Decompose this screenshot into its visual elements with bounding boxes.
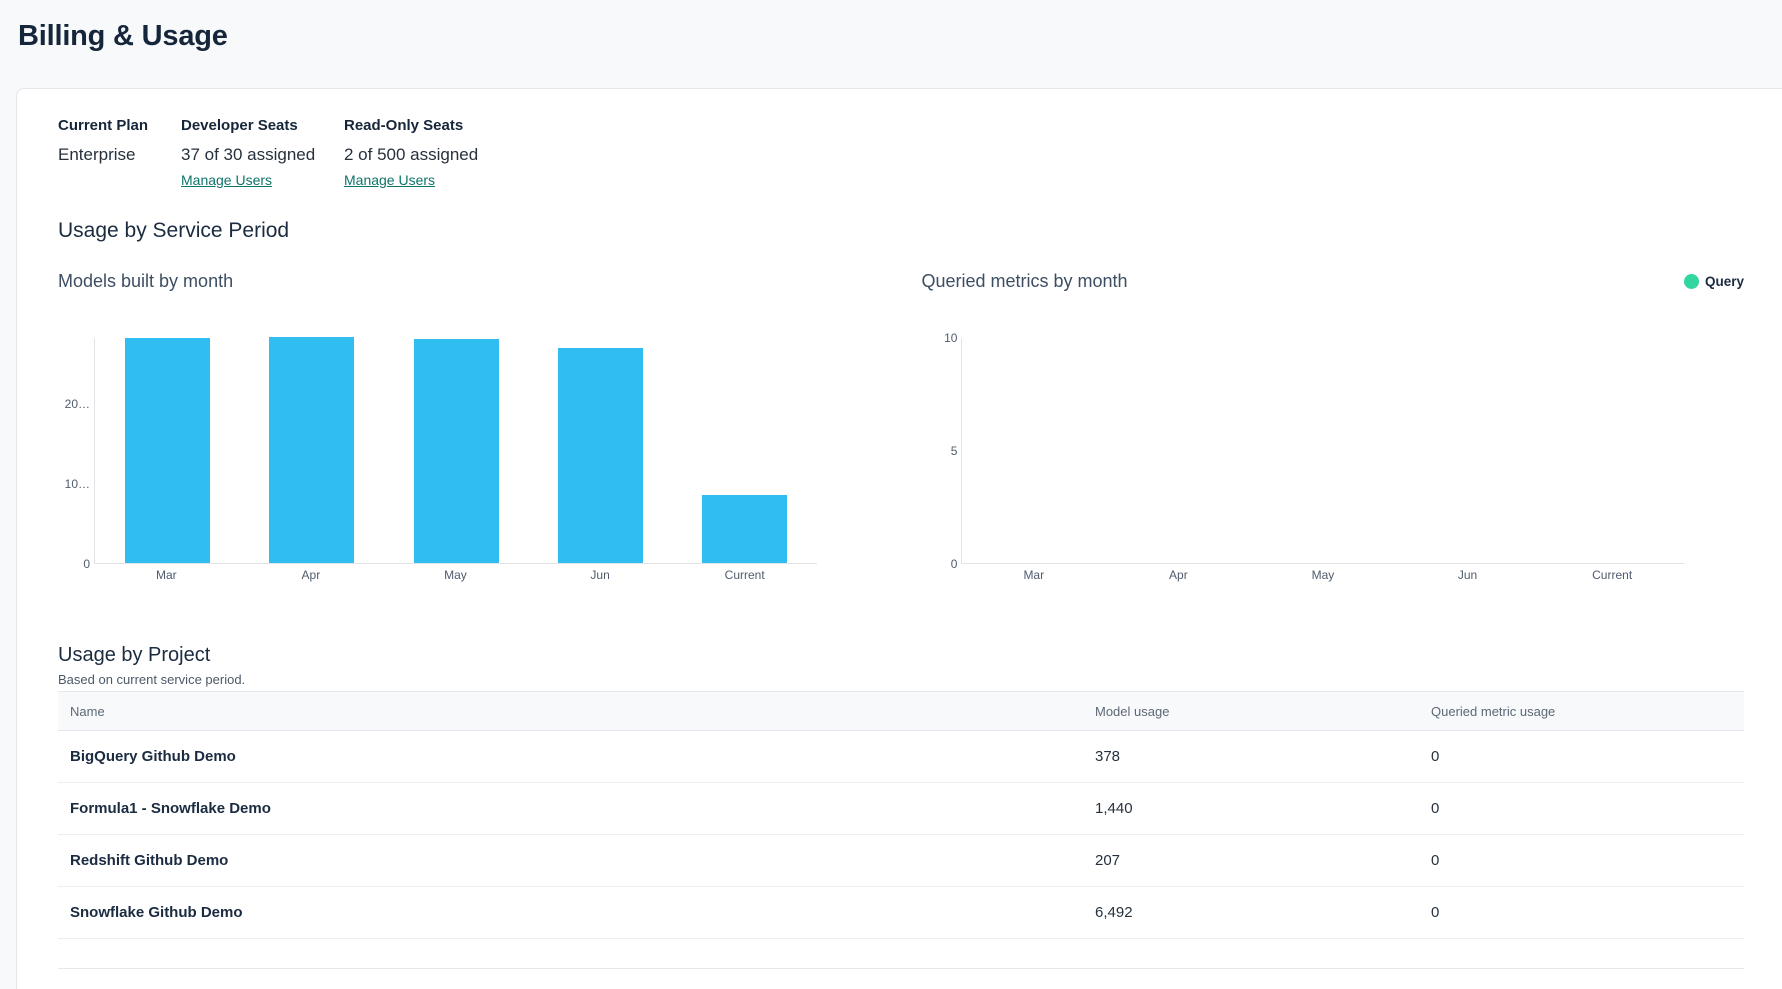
- developer-manage-users-link[interactable]: Manage Users: [181, 172, 272, 189]
- usage-table-body: BigQuery Github Demo3780Formula1 - Snowf…: [58, 731, 1744, 969]
- charts-row: Models built by month 010…20… MarAprMayJ…: [58, 270, 1744, 583]
- page-title: Billing & Usage: [18, 20, 1782, 53]
- project-name-cell: Formula1 - Snowflake Demo: [58, 783, 1083, 835]
- model-usage-cell: 1,440: [1083, 783, 1419, 835]
- readonly-seats-label: Read-Only Seats: [344, 116, 478, 135]
- bar-mar[interactable]: [962, 338, 1106, 563]
- developer-seats-value: 37 of 30 assigned: [181, 144, 344, 166]
- y-axis-label: 20…: [65, 396, 90, 412]
- usage-by-project-heading: Usage by Project: [58, 643, 1744, 668]
- legend-dot-icon: [1684, 274, 1699, 289]
- bar-rect: [414, 339, 499, 563]
- y-axis: 0510: [921, 338, 961, 564]
- x-axis-label: Mar: [961, 568, 1106, 583]
- bar-apr[interactable]: [239, 338, 383, 563]
- project-name-cell: Snowflake Github Demo: [58, 887, 1083, 939]
- y-axis: 010…20…: [58, 338, 94, 564]
- x-axis-label: Jun: [1395, 568, 1540, 583]
- queried-metric-usage-cell: 0: [1419, 731, 1744, 783]
- column-header-model-usage: Model usage: [1083, 692, 1419, 731]
- x-axis-label: Jun: [528, 568, 673, 583]
- bar-rect: [269, 337, 354, 563]
- readonly-manage-users-link[interactable]: Manage Users: [344, 172, 435, 189]
- readonly-seats-column: Read-Only Seats 2 of 500 assigned Manage…: [344, 116, 478, 190]
- table-row: Redshift Github Demo2070: [58, 835, 1744, 887]
- x-axis-label: Mar: [94, 568, 239, 583]
- developer-seats-label: Developer Seats: [181, 116, 344, 135]
- x-axis-label: Current: [1540, 568, 1685, 583]
- model-usage-cell: 6,492: [1083, 887, 1419, 939]
- x-axis-label: Apr: [239, 568, 384, 583]
- model-usage-cell: 207: [1083, 835, 1419, 887]
- current-plan-label: Current Plan: [58, 116, 181, 135]
- y-axis-label: 10…: [65, 476, 90, 492]
- current-plan-value: Enterprise: [58, 144, 181, 166]
- bar-current[interactable]: [673, 338, 817, 563]
- y-axis-label: 5: [951, 443, 958, 459]
- bar-mar[interactable]: [95, 338, 239, 563]
- x-axis-label: May: [1251, 568, 1396, 583]
- column-header-name: Name: [58, 692, 1083, 731]
- bar-current[interactable]: [1540, 338, 1684, 563]
- bar-jun[interactable]: [1396, 338, 1540, 563]
- x-axis-label: Apr: [1106, 568, 1251, 583]
- bar-rect: [702, 495, 787, 563]
- table-row: Snowflake Github Demo6,4920: [58, 887, 1744, 939]
- project-name-cell: Redshift Github Demo: [58, 835, 1083, 887]
- plan-summary: Current Plan Enterprise Developer Seats …: [58, 116, 1744, 190]
- queried-metric-usage-cell: 0: [1419, 835, 1744, 887]
- page-header: Billing & Usage: [0, 0, 1782, 88]
- project-name-cell: BigQuery Github Demo: [58, 731, 1083, 783]
- plot-area: [94, 338, 817, 564]
- billing-card: Current Plan Enterprise Developer Seats …: [16, 88, 1782, 989]
- developer-seats-column: Developer Seats 37 of 30 assigned Manage…: [181, 116, 344, 190]
- table-footer-row: [58, 939, 1744, 969]
- models-built-chart: Models built by month 0 10… 20… MarAprMayJ…: [58, 270, 921, 583]
- y-axis-label: 10: [944, 330, 957, 346]
- model-usage-cell: 378: [1083, 731, 1419, 783]
- current-plan-column: Current Plan Enterprise: [58, 116, 181, 190]
- chart-title: Models built by month: [58, 270, 233, 293]
- table-header-row: Name Model usage Queried metric usage: [58, 692, 1744, 731]
- bar-rect: [558, 348, 643, 563]
- usage-table: Name Model usage Queried metric usage Bi…: [58, 691, 1744, 969]
- bar-apr[interactable]: [1107, 338, 1251, 563]
- bar-may[interactable]: [1251, 338, 1395, 563]
- chart-title: Queried metrics by month: [921, 270, 1127, 293]
- table-row: Formula1 - Snowflake Demo1,4400: [58, 783, 1744, 835]
- legend-item-query[interactable]: Query: [1684, 274, 1744, 289]
- x-axis: MarAprMayJunCurrent: [961, 568, 1684, 583]
- x-axis: MarAprMayJunCurrent: [94, 568, 817, 583]
- bar-may[interactable]: [384, 338, 528, 563]
- bar-rect: [125, 338, 210, 563]
- usage-section-heading: Usage by Service Period: [58, 218, 1744, 244]
- bar-jun[interactable]: [528, 338, 672, 563]
- usage-by-project-subheading: Based on current service period.: [58, 672, 1744, 688]
- y-axis-label: 0: [83, 556, 90, 572]
- plot-area: [961, 338, 1684, 564]
- readonly-seats-value: 2 of 500 assigned: [344, 144, 478, 166]
- queried-metric-usage-cell: 0: [1419, 887, 1744, 939]
- table-row: BigQuery Github Demo3780: [58, 731, 1744, 783]
- queried-metrics-chart: Queried metrics by month Query 0510 MarA…: [921, 270, 1744, 583]
- queried-metric-usage-cell: 0: [1419, 783, 1744, 835]
- x-axis-label: Current: [672, 568, 817, 583]
- legend-label: Query: [1705, 274, 1744, 289]
- column-header-queried-metric-usage: Queried metric usage: [1419, 692, 1744, 731]
- x-axis-label: May: [383, 568, 528, 583]
- y-axis-label: 0: [951, 556, 958, 572]
